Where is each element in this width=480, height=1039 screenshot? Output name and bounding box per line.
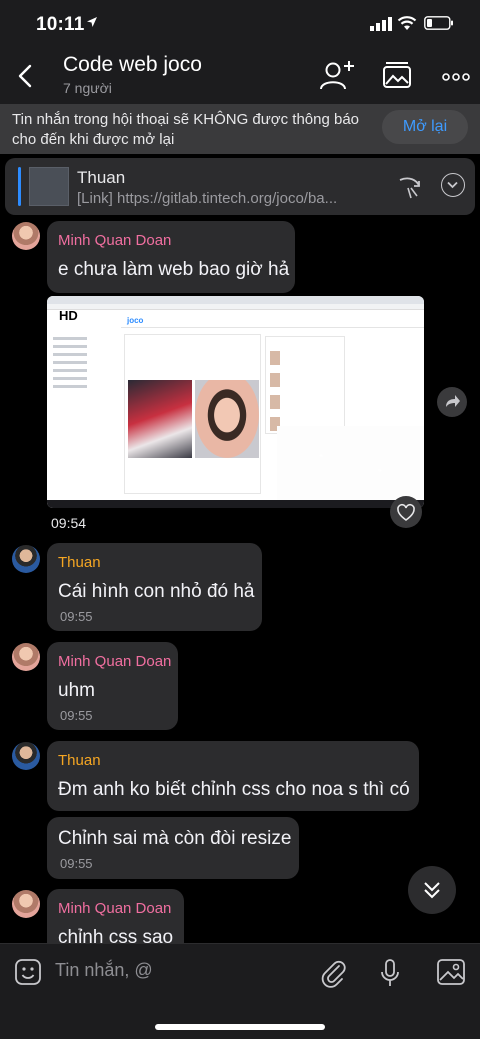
emoji-sticker-icon[interactable] [14,958,42,986]
message-text: Chỉnh sai mà còn đòi resize [58,828,292,849]
location-arrow-icon [87,17,97,27]
message-sender: Minh Quan Doan [58,232,172,249]
message-bubble[interactable]: Thuan Đm anh ko biết chỉnh css cho noa s… [47,741,419,811]
avatar[interactable] [12,643,40,671]
battery-icon [424,16,453,30]
pin-share-icon[interactable] [397,174,425,200]
status-bar: 10:11 [0,0,480,48]
cellular-signal-icon [370,17,392,31]
forward-button[interactable] [437,387,467,417]
conversation-title[interactable]: Code web joco [63,53,202,77]
pinned-accent-bar [18,167,21,206]
message-text: Đm anh ko biết chỉnh css cho noa s thì c… [58,779,410,800]
microphone-icon[interactable] [378,958,402,988]
like-button[interactable] [390,496,422,528]
home-indicator [155,1024,325,1030]
message-time: 09:55 [60,609,93,624]
message-sender: Minh Quan Doan [58,653,172,670]
message-input-bar: Tin nhắn, @ [0,943,480,1039]
share-arrow-icon [446,395,460,407]
muted-notice-text: Tin nhắn trong hội thoại sẽ KHÔNG được t… [12,111,360,148]
pinned-message[interactable]: Thuan [Link] https://gitlab.tintech.org/… [5,158,475,215]
thumb-logo: joco [127,316,144,325]
pinned-sender: Thuan [77,168,126,187]
status-time: 10:11 [36,14,85,35]
message-bubble[interactable]: Minh Quan Doan uhm 09:55 [47,642,178,730]
avatar[interactable] [12,222,40,250]
screenshot-image-message[interactable]: HD joco [47,296,424,508]
chevron-down-icon [447,181,458,189]
back-arrow-icon[interactable] [14,62,38,90]
message-bubble[interactable]: Thuan Cái hình con nhỏ đó hả 09:55 [47,543,262,631]
message-time: 09:55 [60,708,93,723]
message-sender: Thuan [58,752,101,769]
avatar[interactable] [12,890,40,918]
scroll-to-bottom-button[interactable] [408,866,456,914]
message-time: 09:55 [60,856,93,871]
message-text: Cái hình con nhỏ đó hả [58,581,255,602]
avatar[interactable] [12,742,40,770]
add-member-icon[interactable] [318,60,356,92]
pinned-link-preview[interactable]: [Link] https://gitlab.tintech.org/joco/b… [77,190,367,207]
message-text: e chưa làm web bao giờ hả [58,259,290,280]
message-input[interactable]: Tin nhắn, @ [55,960,153,981]
expand-pinned-button[interactable] [441,173,465,197]
message-bubble[interactable]: Minh Quan Doan e chưa làm web bao giờ hả [47,221,295,293]
wifi-icon [397,16,417,30]
avatar[interactable] [12,545,40,573]
pinned-thumbnail [29,167,69,206]
message-time: 09:54 [51,515,87,531]
image-picker-icon[interactable] [436,958,466,986]
reopen-notifications-button[interactable]: Mở lại [382,110,468,144]
message-sender: Thuan [58,554,101,571]
member-count: 7 người [63,80,112,96]
attachment-paperclip-icon[interactable] [320,958,348,988]
message-sender: Minh Quan Doan [58,900,172,917]
hd-quality-label: HD [59,308,78,323]
message-bubble[interactable]: Chỉnh sai mà còn đòi resize 09:55 [47,817,299,879]
heart-icon [397,503,415,521]
more-options-icon[interactable] [442,73,470,81]
thumb-photo [128,380,192,458]
double-chevron-down-icon [424,882,440,899]
thumb-photo [195,380,259,458]
chat-header: Code web joco 7 người [0,48,480,104]
media-gallery-icon[interactable] [382,60,412,90]
message-text: uhm [58,680,95,701]
